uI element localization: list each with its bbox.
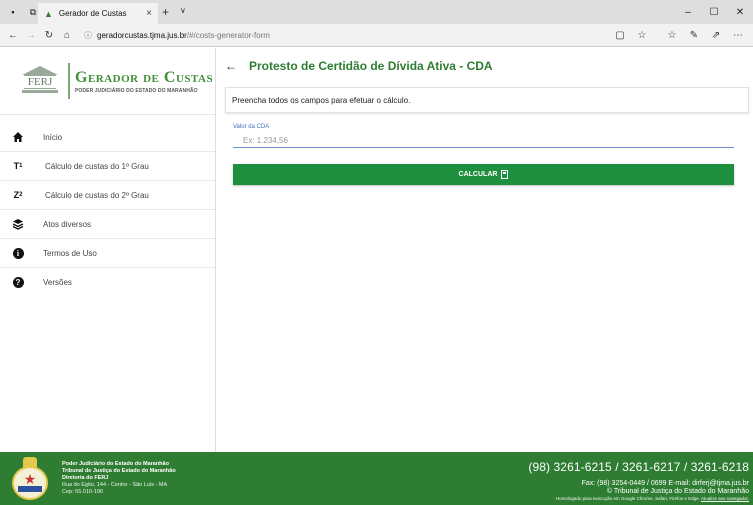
state-seal-logo: ★ [10,456,50,501]
brand-subtitle: PODER JUDICIÁRIO DO ESTADO DO MARANHÃO [75,87,198,94]
footer-copyright: © Tribunal de Justiça do Estado do Maran… [606,488,749,495]
brand-divider [68,63,70,99]
cda-value-field: Valor da CDA Ex: 1.234,56 [233,124,734,148]
calculator-icon [501,170,509,179]
calculate-button-label: CALCULAR [458,171,498,178]
tab-title: Gerador de Custas [58,9,127,18]
footer-homolog: Homologado para execução em Google Chrom… [216,496,749,501]
back-arrow-icon[interactable]: ← [225,59,237,73]
forward-icon[interactable]: → [22,30,40,41]
sidebar-item-primeiro-grau[interactable]: T1 Cálculo de custas do 1º Grau [0,152,215,181]
back-icon[interactable]: ← [4,30,22,41]
sidebar-item-label: Cálculo de custas do 1º Grau [45,161,149,171]
home-browser-icon[interactable]: ⌂ [58,30,76,41]
home-icon [11,130,25,144]
footer-org-line2: Tribunal de Justiça do Estado do Maranhã… [62,468,176,474]
url-field[interactable]: ⓘ geradorcustas.tjma.jus.br/#/costs-gene… [84,30,270,41]
footer-org-line1: Poder Judiciário do Estado do Maranhão [62,461,169,467]
ferj-logo: FERJ [22,64,58,98]
maximize-icon[interactable]: ☐ [701,0,727,24]
window-icon[interactable]: ▪ [6,5,20,19]
browser-tab[interactable]: ▲ Gerador de Custas × [38,3,158,24]
footer-org-line3: Diretoria do FERJ [62,475,109,481]
pen-icon[interactable]: ✎ [683,30,705,41]
update-browser-link[interactable]: Atualize seu navegador. [701,496,749,501]
footer-address: Rua do Egito, 144 - Centro - São Luís - … [62,482,168,488]
cda-value-label: Valor da CDA [233,124,270,130]
reading-view-icon[interactable]: ▢ [609,30,631,41]
sidebar-item-label: Versões [43,278,72,287]
new-tab-icon[interactable]: + [162,5,169,19]
page-title: Protesto de Certidão de Dívida Ativa - C… [249,59,493,73]
footer-fax-email: Fax: (98) 3254-0449 / 0699 E-mail: dirfe… [581,480,749,487]
brand-header[interactable]: FERJ Gerador de Custas PODER JUDICIÁRIO … [0,48,215,115]
browser-tabbar: ▪ ⧉ ▲ Gerador de Custas × + ∨ – ☐ ✕ [0,0,753,24]
minimize-icon[interactable]: – [675,0,701,24]
sidebar-item-label: Início [43,132,63,142]
main-content: ← Protesto de Certidão de Dívida Ativa -… [217,48,753,452]
more-icon[interactable]: ⋯ [727,30,749,41]
favicon-icon: ▲ [44,8,53,19]
sidebar-item-label: Cálculo de custas do 2º Grau [45,190,149,200]
footer-org-text: Poder Judiciário do Estado do Maranhão T… [62,461,176,496]
footer-org: ★ Poder Judiciário do Estado do Maranhão… [0,452,216,505]
info-icon: i [11,246,25,260]
browser-toolbar-right: ▢ ☆ ☆ ✎ ⇗ ⋯ [609,24,749,47]
footer-phones: (98) 3261-6215 / 3261-6217 / 3261-6218 [528,460,749,474]
footer-cep: Cep: 65.010-190 [62,489,103,495]
help-icon: ? [11,276,25,290]
footer-homolog-text: Homologado para execução em Google Chrom… [555,496,700,501]
layers-icon [11,217,25,231]
browser-addressbar: ← → ↻ ⌂ ⓘ geradorcustas.tjma.jus.br/#/co… [0,24,753,47]
sidebar-item-inicio[interactable]: Início [0,123,215,152]
tab-close-icon[interactable]: × [146,8,152,19]
refresh-icon[interactable]: ↻ [40,30,58,41]
brand-title: Gerador de Custas [75,68,214,86]
footer-contact: (98) 3261-6215 / 3261-6217 / 3261-6218 F… [216,452,753,505]
page-header: ← Protesto de Certidão de Dívida Ativa -… [217,48,753,84]
sidebar: FERJ Gerador de Custas PODER JUDICIÁRIO … [0,48,216,452]
sidebar-item-segundo-grau[interactable]: Z2 Cálculo de custas do 2º Grau [0,181,215,210]
sidebar-menu: Início T1 Cálculo de custas do 1º Grau Z… [0,123,215,297]
window-controls: – ☐ ✕ [675,0,753,24]
instruction-card: Preencha todos os campos para efetuar o … [225,87,749,113]
second-degree-icon: Z2 [13,190,23,200]
url-host: geradorcustas.tjma.jus.br [97,30,187,40]
tab-list-chevron-icon[interactable]: ∨ [180,6,186,15]
cda-value-input[interactable]: Ex: 1.234,56 [233,134,734,148]
favorites-hub-icon[interactable]: ☆ [661,30,683,41]
sidebar-item-label: Atos diversos [43,219,92,229]
site-info-icon[interactable]: ⓘ [84,30,92,41]
url-path: /#/costs-generator-form [186,30,270,40]
sidebar-item-atos-diversos[interactable]: Atos diversos [0,210,215,239]
close-window-icon[interactable]: ✕ [727,0,753,24]
calculate-button[interactable]: CALCULAR [233,164,734,185]
favorite-star-icon[interactable]: ☆ [631,30,653,41]
first-degree-icon: T1 [13,161,23,171]
sidebar-item-label: Termos de Uso [43,248,97,258]
sidebar-item-termos-de-uso[interactable]: i Termos de Uso [0,239,215,268]
sidebar-item-versoes[interactable]: ? Versões [0,268,215,297]
share-icon[interactable]: ⇗ [705,30,727,41]
